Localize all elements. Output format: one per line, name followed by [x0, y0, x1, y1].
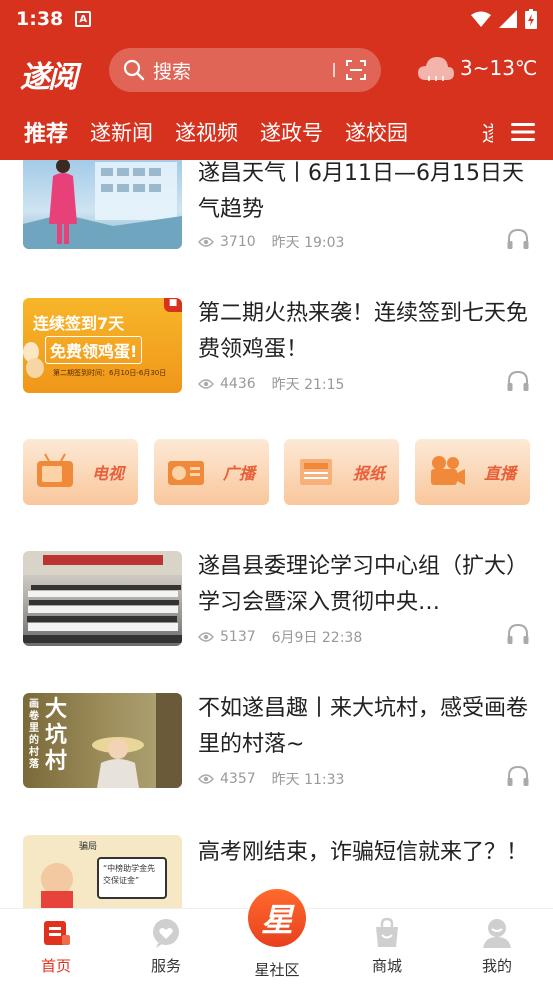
weather-temperature: 3~13℃ — [460, 56, 538, 80]
radio-label: 广播 — [222, 464, 255, 483]
news-thumbnail: 连续签到7天 免费领鸡蛋! 第二期签到时间：6月10日-6月30日 ■ — [23, 298, 182, 393]
home-news-icon — [44, 921, 70, 945]
status-bar: 1:38 A — [0, 0, 553, 38]
eye-icon — [198, 632, 214, 642]
signal-icon — [499, 10, 517, 28]
news-thumbnail: 骗局 “中榜助学金先交保证金” — [23, 835, 182, 908]
service-heart-icon — [153, 919, 179, 948]
news-title: 不如遂昌趣丨来大坑村，感受画卷里的村落~ — [198, 696, 528, 757]
app-header: 遂阅 搜索 3~13℃ 推荐 遂新闻 遂视频 遂政号 遂校园 遂 — [0, 38, 553, 164]
news-meta: 4357 昨天 11:33 — [198, 769, 344, 789]
publish-date: 昨天 11:33 — [271, 772, 345, 788]
tab-sui-video[interactable]: 遂视频 — [175, 117, 238, 147]
headphone-icon[interactable] — [506, 370, 530, 392]
tabs-menu-button[interactable] — [493, 110, 553, 154]
app-logo: 遂阅 — [20, 60, 78, 95]
nav-service[interactable]: 服务 — [126, 917, 206, 976]
nav-community-label[interactable]: 星社区 — [237, 959, 317, 980]
tab-sui-campus[interactable]: 遂校园 — [345, 117, 408, 147]
news-title: 第二期火热来袭！连续签到七天免费领鸡蛋！ — [198, 301, 528, 362]
view-count: 4357 — [220, 771, 256, 787]
search-placeholder: 搜索 — [153, 60, 192, 83]
news-title: 高考刚结束，诈骗短信就来了？！ — [198, 840, 528, 865]
headphone-icon[interactable] — [506, 623, 530, 645]
news-title: 遂昌县委理论学习中心组（扩大）学习会暨深入贯彻中央… — [198, 554, 528, 615]
news-title: 遂昌天气丨6月11日—6月15日天气趋势 — [198, 161, 524, 222]
headphone-icon[interactable] — [506, 765, 530, 787]
tab-sui-gov[interactable]: 遂政号 — [260, 117, 323, 147]
tv-label: 电视 — [91, 464, 124, 483]
nav-mall-label: 商城 — [371, 957, 402, 975]
tv-button[interactable]: 电视 — [23, 439, 138, 505]
nav-home[interactable]: 首页 — [16, 917, 96, 976]
egg-image — [23, 342, 44, 378]
nav-community-button[interactable]: 星 — [246, 887, 308, 949]
user-avatar-icon — [483, 919, 511, 948]
publish-date: 6月9日 22:38 — [271, 630, 363, 646]
live-button[interactable]: 直播 — [415, 439, 530, 505]
camera-icon — [431, 456, 465, 485]
newspaper-button[interactable]: 报纸 — [284, 439, 399, 505]
live-label: 直播 — [483, 464, 516, 483]
battery-icon — [525, 9, 537, 29]
status-icons — [471, 9, 537, 29]
tree-trunk-image — [156, 693, 182, 788]
notification-a-icon: A — [75, 11, 92, 27]
news-meta: 5137 6月9日 22:38 — [198, 627, 362, 647]
eye-icon — [198, 379, 214, 389]
news-thumbnail — [23, 160, 182, 249]
nav-home-label: 首页 — [40, 957, 71, 975]
view-count: 4436 — [220, 376, 256, 392]
media-shortcuts: 电视 广播 报纸 直播 — [0, 439, 553, 505]
thumb-text: “中榜助学金先交保证金” — [97, 857, 167, 899]
status-time: 1:38 — [16, 8, 64, 30]
thumb-text: 大坑村 — [45, 697, 68, 774]
news-meta: 4436 昨天 21:15 — [198, 374, 344, 394]
cartoon-person-image — [41, 863, 73, 908]
radio-button[interactable]: 广播 — [154, 439, 269, 505]
tab-recommend[interactable]: 推荐 — [24, 116, 68, 148]
newspaper-label: 报纸 — [352, 464, 385, 483]
weather-anchor-image — [23, 160, 182, 249]
news-meta: 3710 昨天 19:03 — [198, 232, 344, 252]
girl-with-hat-image — [92, 737, 144, 788]
publish-date: 昨天 19:03 — [271, 235, 345, 251]
nav-service-label: 服务 — [150, 957, 181, 975]
view-count: 3710 — [220, 234, 256, 250]
news-thumbnail — [23, 551, 182, 646]
menu-icon — [511, 123, 535, 141]
tab-sui-news[interactable]: 遂新闻 — [90, 117, 153, 147]
scan-icon[interactable] — [345, 59, 367, 81]
eye-icon — [198, 774, 214, 784]
eye-icon — [198, 237, 214, 247]
channel-tabs: 推荐 遂新闻 遂视频 遂政号 遂校园 遂 — [0, 110, 553, 164]
corner-badge: ■ — [164, 298, 182, 312]
nav-mine[interactable]: 我的 — [457, 917, 537, 976]
thumb-text: 免费领鸡蛋! — [45, 336, 143, 364]
weather-widget[interactable]: 3~13℃ — [416, 54, 537, 82]
cloud-icon — [418, 57, 454, 81]
nav-mine-label: 我的 — [481, 957, 512, 975]
meeting-hall-image — [23, 551, 182, 643]
star-community-icon: 星 — [248, 889, 306, 947]
wifi-icon — [471, 11, 491, 27]
newspaper-icon — [300, 459, 332, 485]
search-divider — [333, 63, 335, 77]
bottom-navigation: 首页 服务 星 星社区 商城 我的 — [0, 887, 553, 984]
news-thumbnail: 画卷里的村落 大坑村 — [23, 693, 182, 788]
thumb-text: 连续签到7天 — [33, 314, 125, 333]
headphone-icon[interactable] — [506, 228, 530, 250]
search-bar[interactable]: 搜索 — [109, 48, 381, 92]
view-count: 5137 — [220, 629, 256, 645]
thumb-text: 第二期签到时间：6月10日-6月30日 — [53, 369, 167, 377]
nav-mall[interactable]: 商城 — [347, 917, 427, 976]
thumb-text: 画卷里的村落 — [29, 699, 39, 770]
shopping-bag-icon — [376, 917, 398, 947]
tv-icon — [37, 453, 73, 487]
radio-icon — [168, 461, 204, 485]
search-icon — [123, 59, 145, 81]
news-feed[interactable]: 遂昌天气丨6月11日—6月15日天气趋势 3710 昨天 19:03 连续签到7… — [0, 160, 553, 908]
publish-date: 昨天 21:15 — [271, 377, 345, 393]
